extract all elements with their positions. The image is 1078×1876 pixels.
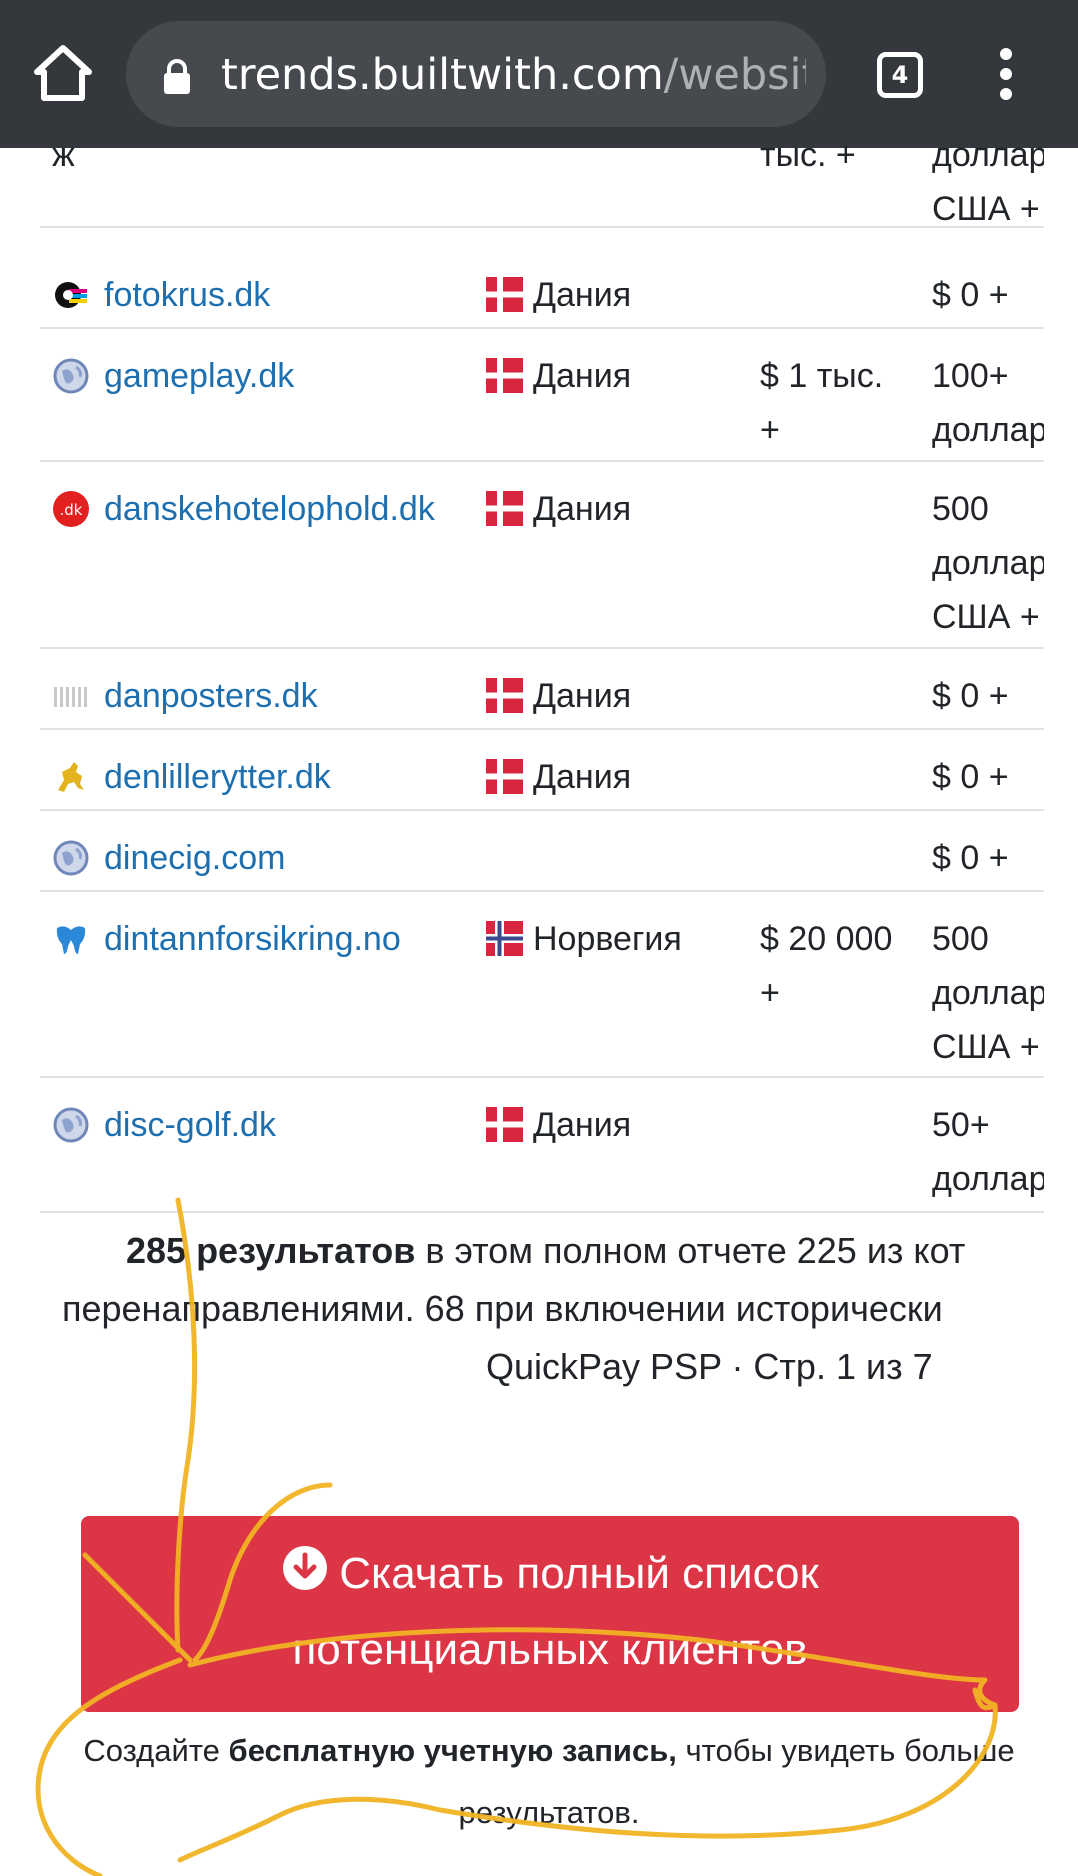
country-cell: Норвегия xyxy=(486,912,756,966)
table-row: dinecig.com $ 0 + xyxy=(40,811,1044,892)
spend-cell: 500 доллар США + xyxy=(932,920,1044,1066)
site-link[interactable]: disc-golf.dk xyxy=(104,1106,276,1144)
site-link[interactable]: denlillerytter.dk xyxy=(104,758,331,796)
table-row: .dk danskehotelophold.dk Дания 500 доллар С… xyxy=(40,462,1044,649)
spend-cell: 500 доллар США + xyxy=(932,490,1044,636)
site-cell: dinecig.com xyxy=(52,831,482,885)
sales-cell: $ 20 000 + xyxy=(760,920,893,1012)
spend-cell: $ 0 + xyxy=(932,758,1009,796)
table-row: fotokrus.dk Дания $ 0 + xyxy=(40,248,1044,329)
table-row: danposters.dk Дания $ 0 + xyxy=(40,649,1044,730)
site-cell: dintannforsikring.no xyxy=(52,912,482,966)
country-cell: Дания xyxy=(486,1098,756,1152)
globe-icon xyxy=(52,357,90,395)
site-link[interactable]: danskehotelophold.dk xyxy=(104,490,435,528)
overflow-menu-icon[interactable] xyxy=(995,48,1017,104)
spend-cell: 100+ доллар xyxy=(932,357,1044,449)
browser-toolbar: trends.builtwith.com/website 4 xyxy=(0,0,1078,148)
denmark-flag-icon xyxy=(486,1104,523,1142)
denmark-flag-icon xyxy=(486,675,523,713)
country-cell: Дания xyxy=(486,482,756,536)
country-cell: Дания xyxy=(486,349,756,403)
site-link[interactable]: gameplay.dk xyxy=(104,357,294,395)
lock-icon xyxy=(164,59,190,94)
denmark-flag-icon xyxy=(486,274,523,312)
dk-red-circle-icon: .dk xyxy=(52,490,90,528)
site-cell: denlillerytter.dk xyxy=(52,750,482,804)
tab-switcher-button[interactable]: 4 xyxy=(877,52,923,98)
download-circle-icon xyxy=(283,1546,328,1590)
denmark-flag-icon xyxy=(486,355,523,393)
denmark-flag-icon xyxy=(486,488,523,526)
country-cell: Дания xyxy=(486,669,756,723)
results-summary: 285 результатов в этом полном отчете 225… xyxy=(40,1222,1044,1396)
url-text: trends.builtwith.com/website xyxy=(221,50,806,100)
table-row: disc-golf.dk Дания 50+ доллар xyxy=(40,1078,1044,1213)
country-cell: Дания xyxy=(486,750,756,804)
tooth-logo-icon xyxy=(52,920,90,958)
sales-cell: тыс. + xyxy=(760,136,856,174)
site-cell: .dk danskehotelophold.dk xyxy=(52,482,482,536)
fotokrus-logo-icon xyxy=(52,276,90,314)
norway-flag-icon xyxy=(486,918,523,956)
site-cell: fotokrus.dk xyxy=(52,268,482,322)
country-cell: Дания xyxy=(486,268,756,322)
site-link[interactable]: fotokrus.dk xyxy=(104,276,270,314)
svg-text:.dk: .dk xyxy=(60,501,83,519)
results-count: 285 результатов xyxy=(126,1230,416,1271)
home-icon[interactable] xyxy=(32,42,94,104)
table-row: gameplay.dk Дания $ 1 тыс. + 100+ доллар xyxy=(40,329,1044,462)
table-row: dintannforsikring.no Норвегия $ 20 000 + 50… xyxy=(40,892,1044,1078)
rider-logo-icon xyxy=(52,758,90,796)
signup-prompt: Создайте бесплатную учетную запись, чтоб… xyxy=(83,1733,1015,1830)
site-link[interactable]: danposters.dk xyxy=(104,677,318,715)
download-full-list-button[interactable]: Скачать полный список потенциальных клие… xyxy=(81,1516,1019,1712)
site-link[interactable]: dinecig.com xyxy=(104,839,285,877)
globe-icon xyxy=(52,1106,90,1144)
globe-icon xyxy=(52,839,90,877)
site-cell: danposters.dk xyxy=(52,669,482,723)
spend-cell: $ 0 + xyxy=(932,276,1009,314)
address-bar[interactable]: trends.builtwith.com/website xyxy=(126,21,826,127)
pagination-info: QuickPay PSP · Стр. 1 из 7 xyxy=(486,1346,933,1387)
site-cell: ж xyxy=(52,136,75,174)
free-account-link[interactable]: бесплатную учетную запись, xyxy=(229,1733,677,1768)
table-row: denlillerytter.dk Дания $ 0 + xyxy=(40,730,1044,811)
spend-cell: доллар США + xyxy=(932,136,1044,228)
spend-cell: 50+ доллар xyxy=(932,1106,1044,1198)
site-cell: disc-golf.dk xyxy=(52,1098,482,1152)
site-link[interactable]: dintannforsikring.no xyxy=(104,920,401,958)
site-cell: gameplay.dk xyxy=(52,349,482,403)
sales-cell: $ 1 тыс. + xyxy=(760,357,884,449)
danposters-logo-icon xyxy=(52,677,90,715)
spend-cell: $ 0 + xyxy=(932,839,1009,877)
denmark-flag-icon xyxy=(486,756,523,794)
spend-cell: $ 0 + xyxy=(932,677,1009,715)
table-row-partial: ж тыс. + доллар США + xyxy=(40,128,1044,228)
